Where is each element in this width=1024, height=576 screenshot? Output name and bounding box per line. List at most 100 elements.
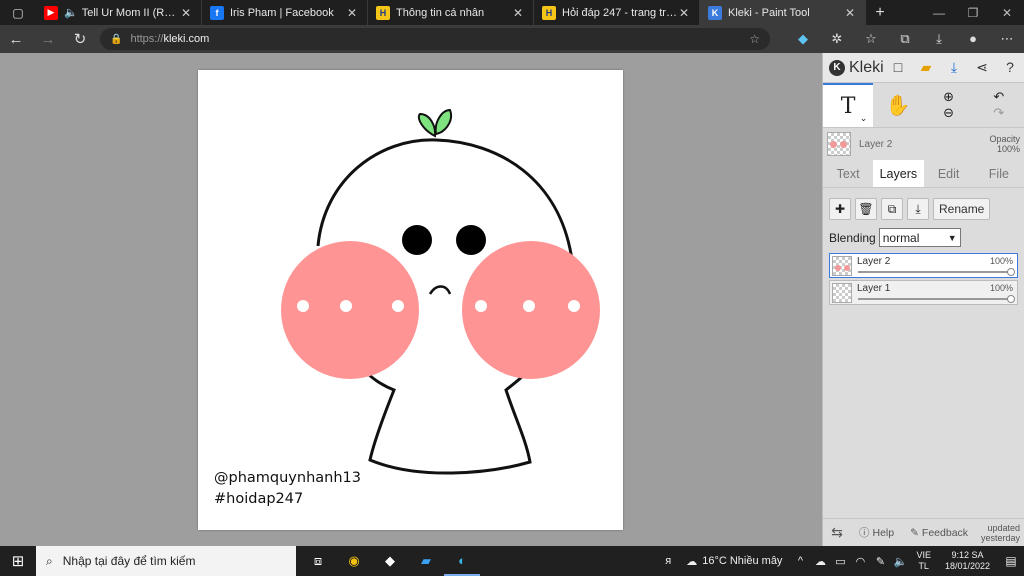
tab-favicon-icon: K bbox=[708, 5, 722, 20]
right-eye bbox=[456, 225, 486, 255]
browser-tab[interactable]: H Thông tin cá nhân ✕ bbox=[368, 0, 534, 25]
minimize-icon[interactable]: — bbox=[922, 0, 956, 25]
redo-icon[interactable]: ↷ bbox=[993, 105, 1004, 121]
task-view-icon[interactable]: ⧈ bbox=[300, 546, 336, 576]
canvas-workspace[interactable]: @phamquynhanh13 #hoidap247 bbox=[0, 53, 822, 546]
text-tool-button[interactable]: T ⌄ bbox=[823, 83, 874, 127]
blending-select[interactable]: normal ▼ bbox=[878, 228, 961, 247]
layer-opacity-slider[interactable] bbox=[858, 268, 1015, 276]
browser-toolbar: ← → ↻ 🔒 https:// kleki.com ☆ ◆ ✲ ☆ ⧉ ⤓ ●… bbox=[0, 25, 1024, 53]
weather-widget[interactable]: ☁ 16°C Nhiều mây bbox=[678, 555, 790, 568]
rename-layer-button[interactable]: Rename bbox=[933, 198, 991, 220]
battery-icon[interactable]: ▭ bbox=[830, 555, 850, 568]
favorites-icon[interactable]: ☆ bbox=[854, 31, 888, 47]
volume-icon[interactable]: 🔈 bbox=[890, 555, 910, 568]
taskbar-search[interactable]: ⌕ Nhập tại đây để tìm kiếm bbox=[36, 546, 296, 576]
cloud-sync-icon[interactable]: ☁ bbox=[810, 555, 830, 568]
edge-icon[interactable]: ◐ bbox=[444, 546, 480, 576]
new-tab-button[interactable]: + bbox=[866, 0, 894, 25]
new-image-icon[interactable]: □ bbox=[884, 59, 912, 76]
undo-icon[interactable]: ↶ bbox=[993, 89, 1004, 105]
cheek-dot bbox=[568, 300, 580, 312]
layer-item[interactable]: Layer 2 100% bbox=[829, 253, 1018, 278]
panel-tab-file[interactable]: File bbox=[974, 160, 1024, 187]
zoom-out-icon[interactable]: ⊖ bbox=[943, 105, 954, 121]
chrome-icon[interactable]: ◉ bbox=[336, 546, 372, 576]
current-layer-info: Layer 2 Opacity 100% bbox=[823, 128, 1024, 160]
roblox-icon[interactable]: ◆ bbox=[372, 546, 408, 576]
help-button[interactable]: ⓘ Help bbox=[851, 525, 902, 540]
share-icon[interactable]: ⋖ bbox=[968, 59, 996, 76]
address-bar[interactable]: 🔒 https:// kleki.com ☆ bbox=[100, 28, 770, 50]
downloads-icon[interactable]: ⤓ bbox=[922, 31, 956, 47]
search-icon: ⌕ bbox=[46, 553, 53, 568]
tab-audio-icon[interactable]: 🔈 bbox=[64, 6, 78, 19]
hand-tool-button[interactable]: ✋ bbox=[873, 83, 923, 127]
browser-tab[interactable]: f Iris Pham | Facebook ✕ bbox=[202, 0, 368, 25]
collections-icon[interactable]: ⧉ bbox=[888, 31, 922, 47]
layer-opacity: 100% bbox=[989, 283, 1013, 293]
panel-tab-edit[interactable]: Edit bbox=[924, 160, 974, 187]
browser-tab[interactable]: K Kleki - Paint Tool ✕ bbox=[700, 0, 866, 25]
slider-handle[interactable] bbox=[1007, 268, 1015, 276]
panel-header: K Kleki □ ▰ ⤓ ⋖ ? bbox=[823, 53, 1024, 83]
forward-icon[interactable]: → bbox=[32, 31, 64, 48]
kleki-logo-icon: K bbox=[829, 59, 845, 76]
close-tab-icon[interactable]: ✕ bbox=[511, 6, 525, 20]
delete-layer-button[interactable]: 🗑 bbox=[855, 198, 877, 220]
close-tab-icon[interactable]: ✕ bbox=[179, 6, 193, 20]
browser-tab[interactable]: ▶ 🔈Tell Ur Mom II (Remake)✕ bbox=[36, 0, 202, 25]
open-folder-icon[interactable]: ▰ bbox=[912, 59, 940, 76]
help-circle-icon[interactable]: ? bbox=[996, 59, 1024, 76]
zoom-in-icon[interactable]: ⊕ bbox=[943, 89, 954, 105]
chevron-down-icon[interactable]: ⌄ bbox=[860, 113, 868, 124]
layer-item[interactable]: Layer 1 100% bbox=[829, 280, 1018, 305]
blending-label: Blending bbox=[829, 230, 876, 245]
tab-title: Kleki - Paint Tool bbox=[728, 6, 810, 19]
feedback-button[interactable]: ✎ Feedback bbox=[902, 527, 976, 539]
frown-mouth bbox=[428, 285, 452, 295]
close-window-icon[interactable]: ✕ bbox=[990, 0, 1024, 25]
undo-redo-buttons: ↶ ↷ bbox=[974, 83, 1024, 127]
chevron-up-icon[interactable]: ^ bbox=[790, 555, 810, 567]
extension-icon[interactable]: ◆ bbox=[786, 31, 820, 47]
tab-actions-icon[interactable]: ▢ bbox=[0, 0, 36, 25]
merge-layer-button[interactable]: ⤓ bbox=[907, 198, 929, 220]
close-tab-icon[interactable]: ✕ bbox=[843, 6, 857, 20]
close-tab-icon[interactable]: ✕ bbox=[677, 6, 691, 20]
windows-start-icon[interactable]: ⊞ bbox=[0, 552, 36, 570]
notifications-icon[interactable]: ▤ bbox=[998, 554, 1024, 568]
windows-taskbar: ⊞ ⌕ Nhập tại đây để tìm kiếm ⧈ ◉ ◆ ▰ ◐ ᴙ… bbox=[0, 546, 1024, 576]
clock[interactable]: 9:12 SA 18/01/2022 bbox=[937, 550, 998, 572]
refresh-icon[interactable]: ↻ bbox=[64, 30, 96, 48]
layer-opacity-slider[interactable] bbox=[858, 295, 1015, 303]
close-tab-icon[interactable]: ✕ bbox=[345, 6, 359, 20]
favorite-star-icon[interactable]: ☆ bbox=[749, 32, 760, 46]
updated-status[interactable]: updated yesterday bbox=[981, 523, 1024, 543]
add-layer-button[interactable]: ✚ bbox=[829, 198, 851, 220]
layer-name: Layer 1 bbox=[857, 283, 891, 294]
swap-side-icon[interactable]: ⇆ bbox=[823, 524, 851, 541]
back-icon[interactable]: ← bbox=[0, 31, 32, 48]
drawing-canvas[interactable]: @phamquynhanh13 #hoidap247 bbox=[198, 70, 623, 530]
browser-tab[interactable]: H Hỏi đáp 247 - trang tra loi ✕ bbox=[534, 0, 700, 25]
panel-tab-layers[interactable]: Layers bbox=[873, 160, 924, 187]
panel-tab-text[interactable]: Text bbox=[823, 160, 873, 187]
language-indicator[interactable]: VIE TL bbox=[910, 550, 937, 572]
duplicate-layer-button[interactable]: ⧉ bbox=[881, 198, 903, 220]
cloud-icon: ☁ bbox=[686, 555, 698, 568]
wifi-icon[interactable]: ◠ bbox=[850, 555, 870, 568]
slider-handle[interactable] bbox=[1007, 295, 1015, 303]
tab-title: Tell Ur Mom II (Remake) bbox=[81, 6, 179, 19]
download-icon[interactable]: ⤓ bbox=[940, 59, 968, 76]
updated-line2: yesterday bbox=[980, 532, 1020, 543]
extensions-puzzle-icon[interactable]: ✲ bbox=[820, 31, 854, 47]
windows-store-icon[interactable]: ▰ bbox=[408, 546, 444, 576]
brand-name: Kleki bbox=[849, 58, 884, 76]
profile-avatar-icon[interactable]: ● bbox=[956, 31, 990, 47]
cheek-dot bbox=[297, 300, 309, 312]
pen-icon[interactable]: ✎ bbox=[870, 555, 890, 568]
people-icon[interactable]: ᴙ bbox=[658, 555, 678, 567]
more-menu-icon[interactable]: ⋯ bbox=[990, 31, 1024, 47]
restore-icon[interactable]: ❐ bbox=[956, 0, 990, 25]
